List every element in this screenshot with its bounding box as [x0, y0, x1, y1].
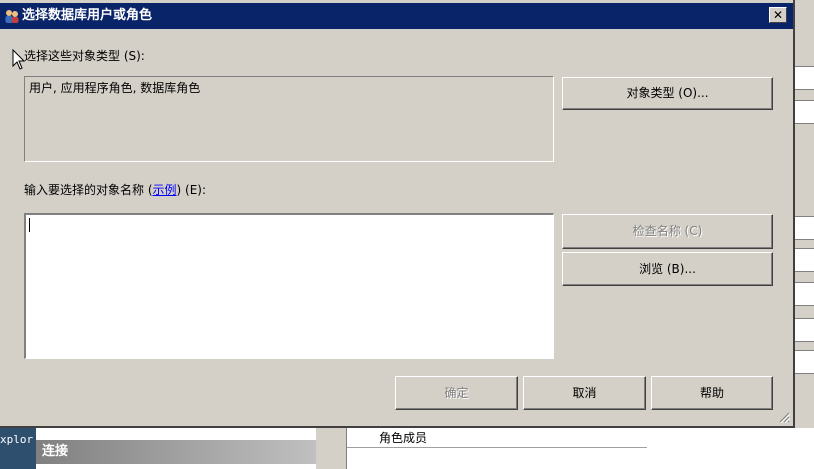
ok-button[interactable]: 确定 — [395, 376, 518, 410]
object-explorer-tab[interactable]: xplor — [0, 428, 36, 469]
background-row — [795, 216, 814, 240]
resize-grip-icon[interactable] — [778, 411, 790, 423]
role-members-pane: 角色成员 — [346, 428, 814, 469]
background-row — [795, 282, 814, 306]
check-names-button[interactable]: 检查名称 (C) — [562, 214, 773, 249]
title-bar[interactable]: 选择数据库用户或角色 ✕ — [0, 3, 793, 29]
background-bottom-area: xplor 连接 角色成员 — [0, 428, 814, 469]
object-types-label: 选择这些对象类型 (S): — [24, 49, 145, 63]
select-database-user-dialog: 选择数据库用户或角色 ✕ 选择这些对象类型 (S): 用户, 应用程序角色, 数… — [0, 0, 795, 428]
object-names-input[interactable] — [24, 213, 554, 359]
background-row — [795, 100, 814, 124]
connect-panel: 连接 — [36, 428, 316, 469]
cancel-button[interactable]: 取消 — [523, 376, 646, 410]
background-right-pane — [795, 0, 814, 469]
help-button[interactable]: 帮助 — [651, 376, 773, 410]
names-label: 输入要选择的对象名称 (示例) (E): — [24, 181, 206, 198]
examples-link[interactable]: 示例 — [153, 183, 177, 197]
splitter — [316, 428, 346, 469]
background-row — [795, 248, 814, 272]
connect-header[interactable]: 连接 — [36, 440, 316, 464]
background-row — [795, 66, 814, 90]
object-types-box: 用户, 应用程序角色, 数据库角色 — [24, 76, 554, 162]
names-label-prefix: 输入要选择的对象名称 ( — [24, 183, 153, 197]
text-caret — [29, 218, 30, 232]
users-icon — [5, 10, 19, 23]
object-types-value: 用户, 应用程序角色, 数据库角色 — [29, 81, 201, 95]
background-row — [795, 350, 814, 374]
browse-button[interactable]: 浏览 (B)... — [562, 252, 773, 286]
role-members-header: 角色成员 — [347, 428, 647, 448]
dialog-title: 选择数据库用户或角色 — [22, 8, 153, 23]
close-button[interactable]: ✕ — [769, 7, 787, 23]
background-row — [795, 318, 814, 342]
names-label-suffix: ) (E): — [176, 183, 206, 197]
object-types-button[interactable]: 对象类型 (O)... — [562, 77, 773, 110]
